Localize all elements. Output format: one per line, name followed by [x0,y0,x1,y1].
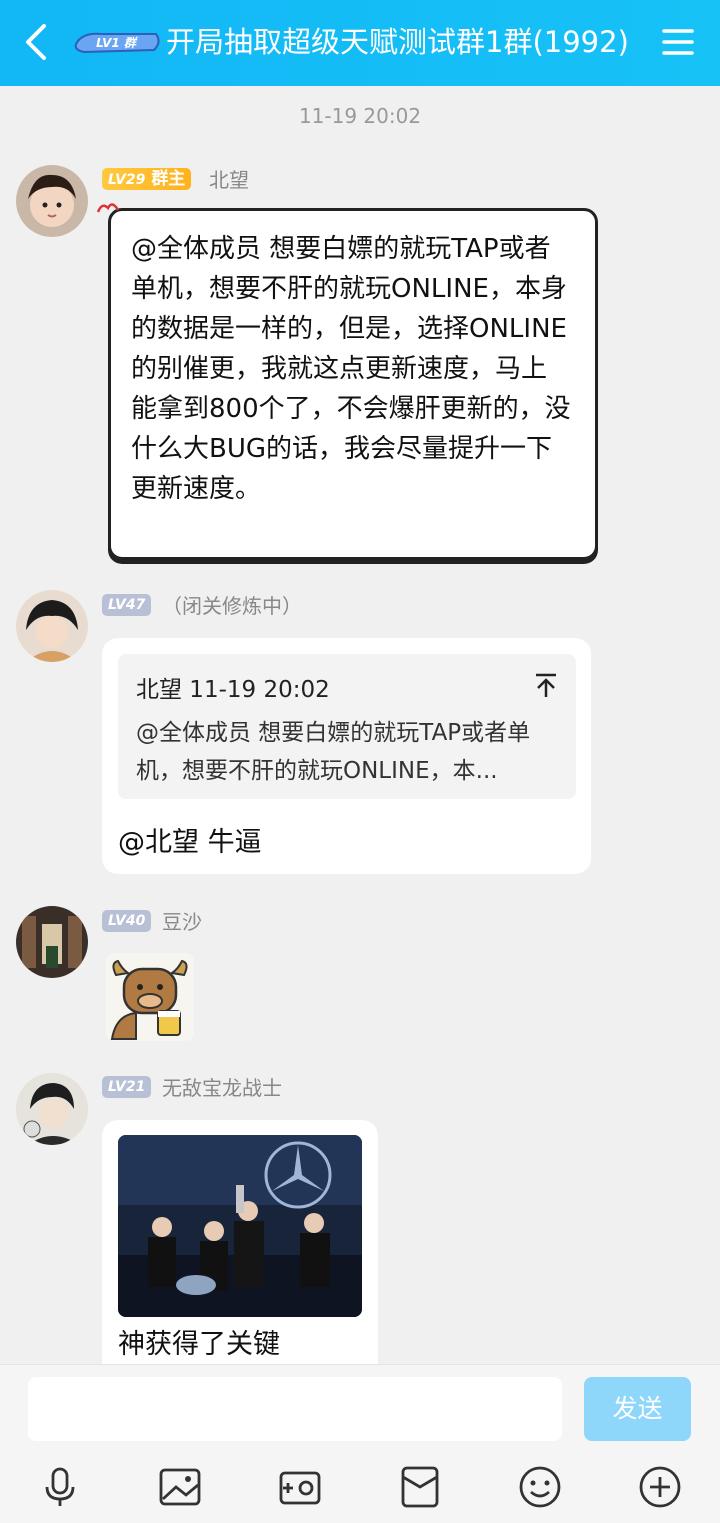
red-packet-icon[interactable] [398,1465,442,1509]
image-icon[interactable] [158,1465,202,1509]
sender-name[interactable]: 北望 [209,167,249,193]
sticker-image[interactable] [106,953,194,1041]
message-input[interactable] [28,1377,562,1441]
top-bar: LV1 群 开局抽取超级天赋测试群1群(1992) [0,0,720,86]
message-bubble[interactable]: @全体成员 想要白嫖的就玩TAP或者单机，想要不肝的就玩ONLINE，本身的数据… [108,208,598,560]
sender-name[interactable]: （闭关修炼中） [162,593,302,619]
send-button[interactable]: 发送 [584,1377,691,1441]
cow-sticker-icon [110,959,188,1040]
level-badge: LV40 [102,910,152,932]
menu-icon[interactable] [658,22,698,62]
jump-to-quote-icon[interactable] [534,672,558,698]
owner-role-badge: 群主 [151,169,186,189]
avatar[interactable] [16,1073,88,1145]
quote-text: @全体成员 想要白嫖的就玩TAP或者单机，想要不肝的就玩ONLINE，本... [136,720,531,784]
sender-name[interactable]: 无敌宝龙战士 [162,1075,282,1101]
sender-name[interactable]: 豆沙 [162,909,202,935]
avatar[interactable] [16,590,88,662]
composer-bar: 发送 [0,1364,720,1523]
microphone-icon[interactable] [38,1465,82,1509]
camera-icon[interactable] [278,1465,322,1509]
avatar[interactable] [16,906,88,978]
level-badge: LV29 群主 [102,168,192,190]
trophy-photo-icon [118,1135,362,1317]
message-text: @北望 牛逼 [118,827,262,858]
level-text: LV29 [108,172,146,188]
svg-text:LV1 群: LV1 群 [96,36,138,50]
avatar[interactable] [16,165,88,237]
level-badge: LV21 [102,1076,152,1098]
message-timestamp: 11-19 20:02 [298,104,422,128]
bubble-decoration-icon [96,203,120,213]
message-text: @全体成员 想要白嫖的就玩TAP或者单机，想要不肝的就玩ONLINE，本身的数据… [131,234,571,504]
quote-header: 北望 11-19 20:02 [136,677,330,703]
shared-photo[interactable] [118,1135,362,1317]
back-arrow-icon[interactable] [18,22,54,62]
group-badge-icon: LV1 群 [74,32,160,54]
quoted-message[interactable]: 北望 11-19 20:02 @全体成员 想要白嫖的就玩TAP或者单机，想要不肝… [118,654,576,799]
chat-title[interactable]: 开局抽取超级天赋测试群1群(1992) [166,22,629,62]
emoji-icon[interactable] [518,1465,562,1509]
more-plus-icon[interactable] [638,1465,682,1509]
level-badge: LV47 [102,594,152,616]
message-text: 神获得了关键 [118,1329,280,1360]
